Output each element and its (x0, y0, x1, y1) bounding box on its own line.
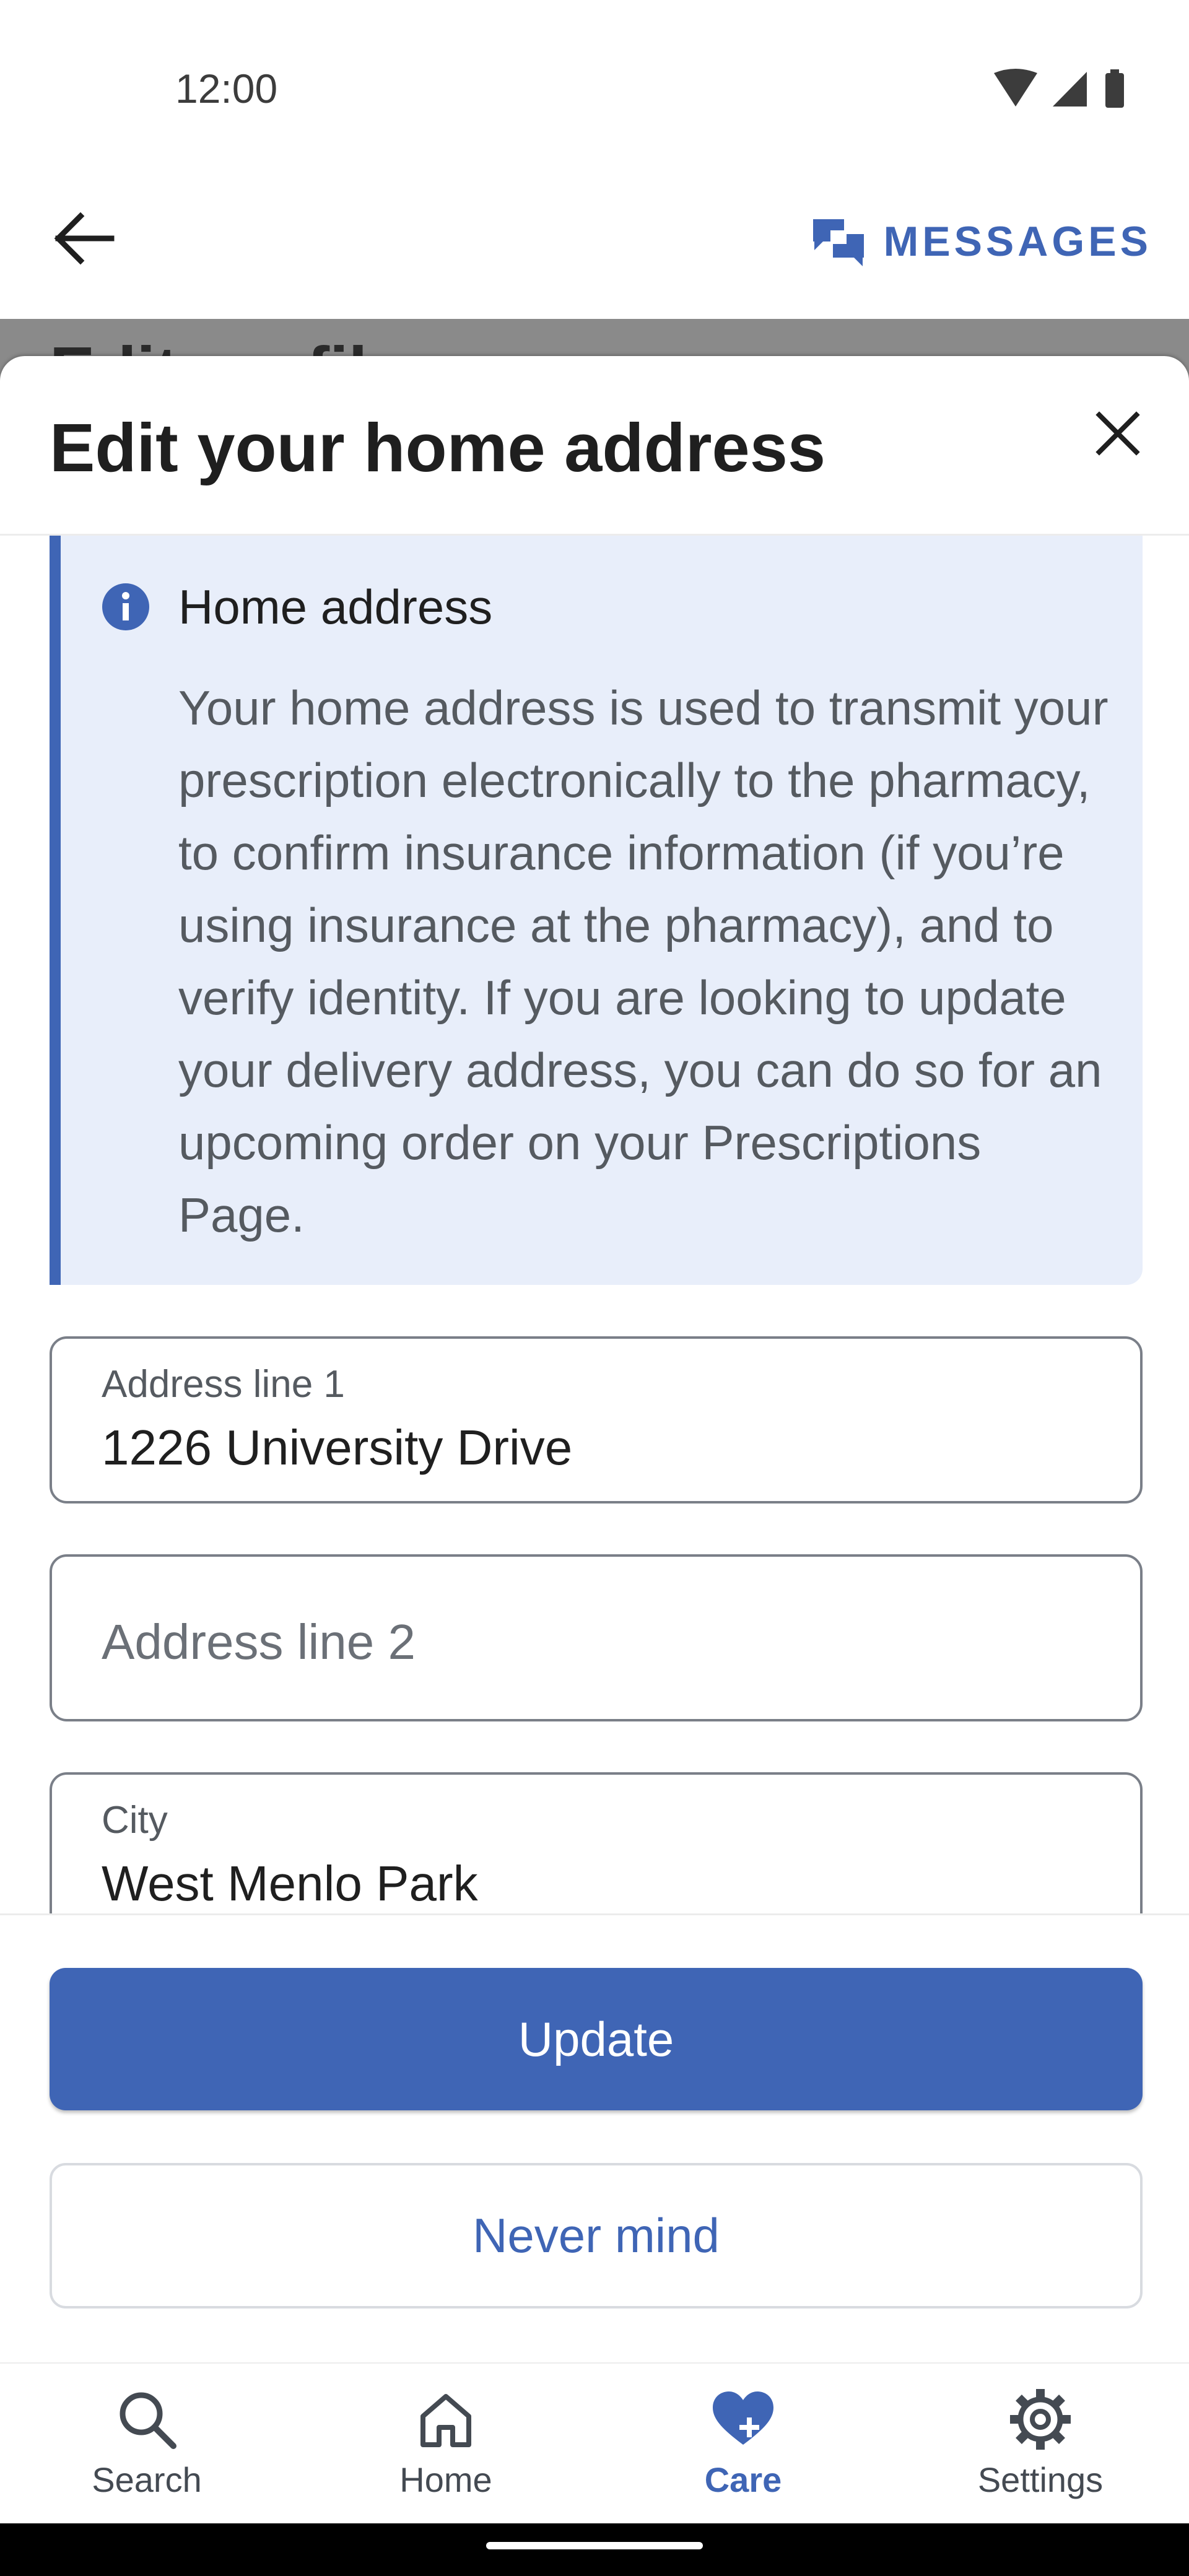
nav-label-settings: Settings (977, 2460, 1104, 2499)
bottom-navigation: Search Home Care Settings (0, 2362, 1189, 2523)
info-heading: Home address (178, 580, 493, 634)
close-button[interactable] (1078, 393, 1158, 474)
search-icon (120, 2392, 176, 2449)
sheet-header: Edit your home address (0, 356, 1189, 536)
home-address-info-card: Home address Your home address is used t… (50, 536, 1143, 1285)
chat-bubbles-icon (812, 219, 864, 266)
signal-icon (1053, 72, 1087, 107)
background-page-title: Edit profile (50, 328, 405, 356)
sheet-title: Edit your home address (50, 410, 826, 486)
gear-icon (1010, 2389, 1071, 2450)
city-label: City (102, 1799, 168, 1842)
heart-plus-icon (713, 2391, 773, 2445)
sheet-footer: Update Never mind (0, 1913, 1189, 2362)
home-icon (420, 2394, 471, 2447)
app-bar: MESSAGES (0, 155, 1189, 319)
status-icons (994, 68, 1136, 111)
back-button[interactable] (43, 198, 124, 279)
nav-item-settings[interactable]: Settings (917, 2385, 1164, 2522)
address-line-2-placeholder: Address line 2 (102, 1614, 416, 1669)
nav-label-care: Care (704, 2460, 782, 2499)
nav-item-search[interactable]: Search (23, 2385, 271, 2522)
address-line-1-value: 1226 University Drive (102, 1420, 573, 1475)
nav-item-home[interactable]: Home (322, 2385, 570, 2522)
address-line-1-field[interactable]: Address line 1 1226 University Drive (50, 1336, 1143, 1503)
messages-label: MESSAGES (883, 218, 1152, 265)
home-gesture-handle[interactable] (486, 2542, 703, 2549)
update-button[interactable]: Update (50, 1968, 1143, 2110)
city-value: West Menlo Park (102, 1856, 478, 1911)
address-line-2-field[interactable]: Address line 2 (50, 1554, 1143, 1721)
nav-label-home: Home (399, 2460, 492, 2499)
info-icon (102, 583, 149, 630)
close-icon (1095, 411, 1140, 456)
arrow-left-icon (54, 212, 115, 265)
nav-item-care[interactable]: Care (619, 2385, 867, 2522)
never-mind-button[interactable]: Never mind (50, 2163, 1143, 2308)
nav-label-search: Search (92, 2460, 202, 2499)
info-body: Your home address is used to transmit yo… (178, 681, 1108, 1242)
status-bar: 12:00 (0, 0, 1189, 155)
messages-button[interactable]: MESSAGES (805, 204, 1152, 279)
address-line-1-label: Address line 1 (102, 1363, 345, 1406)
status-time: 12:00 (175, 66, 278, 111)
wifi-icon (994, 69, 1037, 107)
battery-icon (1105, 69, 1124, 108)
gesture-navigation-bar (0, 2523, 1189, 2576)
